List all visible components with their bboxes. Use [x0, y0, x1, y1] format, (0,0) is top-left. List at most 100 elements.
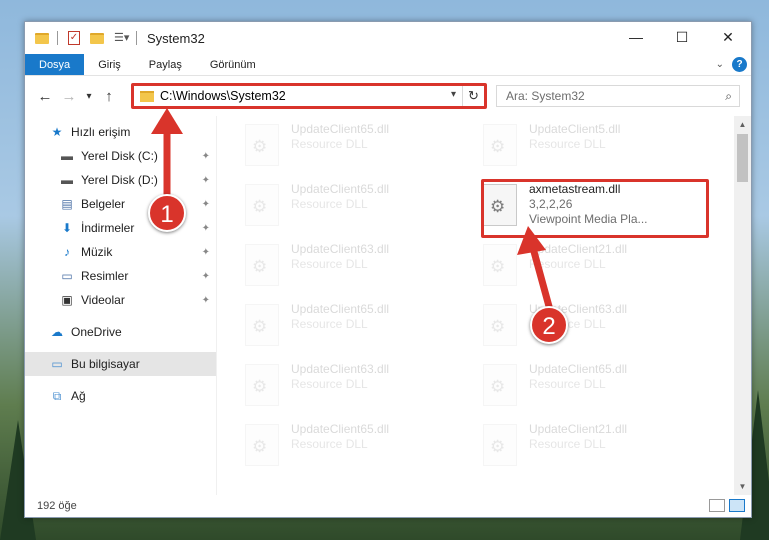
back-button[interactable]: ←: [33, 88, 57, 105]
sidebar-item-disk-c[interactable]: ▬ Yerel Disk (C:) ✦: [25, 144, 216, 168]
sidebar-item-onedrive[interactable]: ☁ OneDrive: [25, 320, 216, 344]
pin-icon: ✦: [201, 198, 210, 210]
details-view-button[interactable]: [709, 499, 725, 512]
cloud-icon: ☁: [51, 325, 63, 339]
file-item[interactable]: ⚙ UpdateClient65.dll Resource DLL: [245, 122, 465, 178]
navigation-bar: ← → ▾ ↑ C:\Windows\System32 ▾ ↻ Ara: Sys…: [25, 76, 751, 116]
minimize-button[interactable]: —: [613, 22, 659, 52]
pictures-icon: ▭: [61, 269, 73, 283]
file-description: Resource DLL: [529, 377, 606, 391]
sidebar-item-belgeler[interactable]: ▤ Belgeler ✦: [25, 192, 216, 216]
sidebar-item-network[interactable]: ⧉ Ağ: [25, 384, 216, 408]
scroll-down-arrow[interactable]: ▼: [734, 478, 751, 495]
file-description: Resource DLL: [529, 257, 606, 271]
sidebar-item-label: Belgeler: [81, 197, 126, 211]
pin-icon: ✦: [201, 222, 210, 234]
customize-toolbar-icon[interactable]: ☰▾: [114, 31, 129, 45]
explorer-window: ✓ ☰▾ System32 — ☐ ✕ Dosya Giriş Paylaş G…: [24, 21, 752, 518]
dll-file-icon: ⚙: [483, 124, 517, 166]
file-list: ⚙ UpdateClient65.dll Resource DLL ⚙ Updat…: [217, 116, 751, 495]
sidebar-item-quick-access[interactable]: ★ Hızlı erişim: [25, 120, 216, 144]
file-item[interactable]: ⚙ UpdateClient65.dll Resource DLL: [483, 362, 703, 418]
file-item[interactable]: ⚙ UpdateClient21.dll Resource DLL: [483, 422, 703, 478]
title-bar: ✓ ☰▾ System32 — ☐ ✕: [25, 22, 751, 54]
scroll-thumb[interactable]: [737, 134, 748, 182]
dll-file-icon: ⚙: [245, 244, 279, 286]
dll-file-icon: ⚙: [483, 364, 517, 406]
window-controls: — ☐ ✕: [613, 22, 751, 52]
sidebar-item-this-pc[interactable]: ▭ Bu bilgisayar: [25, 352, 216, 376]
sidebar-item-label: Yerel Disk (D:): [81, 173, 158, 187]
maximize-button[interactable]: ☐: [659, 22, 705, 52]
sidebar-item-label: Müzik: [81, 245, 113, 259]
chevron-down-icon[interactable]: ⌄: [716, 59, 724, 70]
ribbon-tabs: Dosya Giriş Paylaş Görünüm ⌄ ?: [25, 54, 751, 76]
new-folder-icon[interactable]: [90, 32, 104, 44]
scroll-up-arrow[interactable]: ▲: [734, 116, 751, 133]
sidebar-item-videolar[interactable]: ▣ Videolar ✦: [25, 288, 216, 312]
sidebar-item-disk-d[interactable]: ▬ Yerel Disk (D:) ✦: [25, 168, 216, 192]
tab-dosya[interactable]: Dosya: [25, 54, 85, 75]
address-highlight-box: [131, 83, 487, 109]
folder-icon: [35, 32, 49, 44]
file-item[interactable]: ⚙ UpdateClient63.dllResource DLL: [245, 242, 465, 298]
recent-locations-button[interactable]: ▾: [81, 91, 97, 102]
file-name: UpdateClient63.dll: [291, 362, 390, 376]
sidebar-item-indirmeler[interactable]: ⬇ İndirmeler ✦: [25, 216, 216, 240]
file-item[interactable]: ⚙ UpdateClient5.dll Resource DLL: [483, 122, 703, 178]
file-highlight-box: [481, 179, 709, 238]
sidebar-item-resimler[interactable]: ▭ Resimler ✦: [25, 264, 216, 288]
content-area: ★ Hızlı erişim ▬ Yerel Disk (C:) ✦ ▬ Yer…: [25, 116, 751, 495]
separator: [57, 31, 58, 45]
file-item[interactable]: ⚙ UpdateClient65.dll Resource DLL: [245, 422, 465, 478]
up-button[interactable]: ↑: [97, 88, 121, 105]
view-buttons: [709, 499, 745, 512]
search-input[interactable]: Ara: System32: [506, 89, 585, 103]
dll-file-icon: ⚙: [245, 124, 279, 166]
close-button[interactable]: ✕: [705, 22, 751, 52]
file-name: UpdateClient65.dll: [291, 422, 390, 436]
file-item[interactable]: ⚙ UpdateClient63.dllResource DLL: [483, 302, 703, 358]
file-name: UpdateClient5.dll: [529, 122, 621, 136]
dll-file-icon: ⚙: [245, 424, 279, 466]
dll-file-icon: ⚙: [483, 304, 517, 346]
sidebar-item-label: Videolar: [81, 293, 125, 307]
drive-icon: ▬: [61, 173, 73, 187]
file-description: Resource DLL: [529, 437, 606, 451]
sidebar-item-label: Hızlı erişim: [71, 125, 131, 139]
file-description: Resource DLL: [291, 317, 368, 331]
forward-button[interactable]: →: [57, 88, 81, 105]
file-item[interactable]: ⚙ UpdateClient65.dll Resource DLL: [245, 182, 465, 238]
tiles-view-button[interactable]: [729, 499, 745, 512]
dll-file-icon: ⚙: [245, 184, 279, 226]
file-item[interactable]: ⚙ UpdateClient63.dllResource DLL: [245, 362, 465, 418]
tab-gorunum[interactable]: Görünüm: [196, 54, 270, 75]
pin-icon: ✦: [201, 246, 210, 258]
window-title: System32: [147, 30, 205, 46]
file-name: UpdateClient21.dll: [529, 422, 628, 436]
videos-icon: ▣: [61, 293, 73, 307]
file-description: Resource DLL: [291, 137, 368, 151]
star-icon: ★: [51, 125, 63, 139]
tab-paylas[interactable]: Paylaş: [135, 54, 196, 75]
help-icon[interactable]: ?: [732, 57, 747, 72]
dll-file-icon: ⚙: [483, 424, 517, 466]
sidebar-item-muzik[interactable]: ♪ Müzik ✦: [25, 240, 216, 264]
status-bar: 192 öğe: [25, 495, 751, 517]
sidebar-item-label: OneDrive: [71, 325, 122, 339]
file-name: UpdateClient21.dll: [529, 242, 628, 256]
file-item[interactable]: ⚙ UpdateClient65.dll Resource DLL: [245, 302, 465, 358]
file-name: UpdateClient65.dll: [529, 362, 628, 376]
pin-icon: ✦: [201, 294, 210, 306]
properties-icon[interactable]: ✓: [68, 31, 80, 45]
search-box[interactable]: Ara: System32 ⌕: [496, 85, 740, 107]
search-icon[interactable]: ⌕: [725, 89, 732, 104]
vertical-scrollbar[interactable]: ▲ ▼: [734, 116, 751, 495]
sidebar-item-label: Yerel Disk (C:): [81, 149, 158, 163]
music-icon: ♪: [64, 245, 70, 259]
file-name: UpdateClient63.dll: [291, 242, 390, 256]
file-item[interactable]: ⚙ UpdateClient21.dll Resource DLL: [483, 242, 703, 298]
downloads-icon: ⬇: [61, 221, 73, 235]
computer-icon: ▭: [51, 357, 63, 371]
tab-giris[interactable]: Giriş: [84, 54, 135, 75]
